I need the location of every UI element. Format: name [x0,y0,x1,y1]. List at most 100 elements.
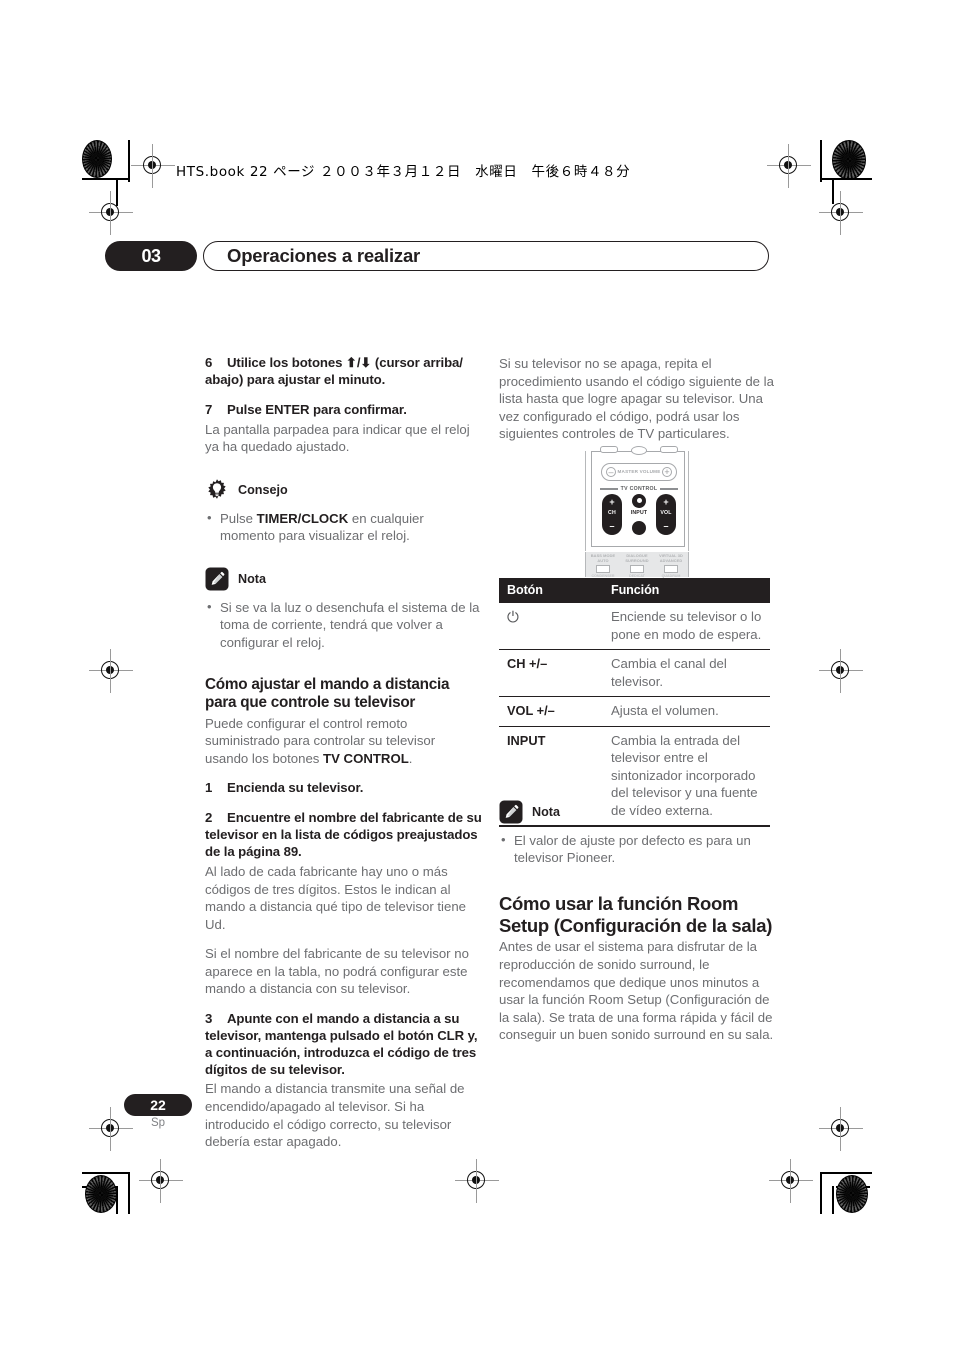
remote-body: – MASTER VOLUME + TV CONTROL + CH – INPU… [585,446,689,551]
step-7: 7 Pulse ENTER para confirmar. [205,402,482,419]
remote-input-key: INPUT [628,494,650,535]
step-2-body: Al lado de cada fabricante hay uno o más… [205,864,466,932]
note-callout-left: Nota [205,567,482,591]
tv-intro-post: . [408,750,413,766]
input-label: INPUT [630,510,648,516]
table-row: VOL +/– Ajusta el volumen. [499,696,770,727]
foot-key-2-top: DIALOGUE SURROUND [625,553,649,563]
step-6: 6 Utilice los botones ⬆/⬇ (cursor arriba/… [205,355,482,389]
page-title: Operaciones a realizar [227,245,421,266]
step-2-number: 2 [205,810,213,826]
master-volume-plus: + [662,467,672,477]
table-cell-function-ch: Cambia el canal del televisor. [603,649,770,698]
table-cell-button-input: INPUT [499,726,603,828]
step-3-text: Apunte con el mando a distancia a su tel… [205,1010,478,1077]
master-volume-label: MASTER VOLUME [617,469,661,475]
remote-top-key-row [600,446,678,456]
note-label-left: Nota [238,571,266,586]
table-row: INPUT Cambia la entrada del televisor en… [499,726,770,828]
crop-mark-bottom-right-vertical2 [832,1186,834,1214]
table-cell-button-power: ⏻ [499,603,603,651]
registration-target-bottom-center [455,1159,499,1203]
registration-target-right-middle [819,649,863,693]
tv-control-divider: TV CONTROL [600,486,678,492]
remote-foot-key-1: BASS MODE AUTO CONDENSER [590,553,617,578]
table-row: ⏻ Enciende su televisor o lo pone en mod… [499,603,770,651]
lightbulb-icon [205,478,229,502]
table-header-row: Botón Función [499,578,770,603]
heading-tv-setup: Cómo ajustar el mando a distancia para q… [205,675,450,712]
page-language-code: Sp [150,1117,166,1129]
table-cell-function-power: Enciende su televisor o lo pone en modo … [603,603,770,651]
crop-mark-bottom-right-horizontal [822,1172,872,1174]
tv-intro-bold: TV CONTROL [323,750,409,766]
table-cell-button-vol: VOL +/– [499,696,603,727]
tip-callout: Consejo [205,478,482,502]
ch-minus: – [609,521,615,531]
page-number-badge: 22 [124,1094,192,1116]
step-2: 2 Encuentre el nombre del fabricante de s… [205,810,482,861]
chapter-number: 03 [105,241,197,271]
registration-target-bottom-right [769,1159,813,1203]
step-6-number: 6 [205,355,213,370]
ch-plus: + [609,497,615,507]
step-7-text: Pulse ENTER para confirmar. [227,401,407,417]
tip-bullet: Pulse TIMER/CLOCK en cualquier momento p… [205,509,482,545]
heading-room-setup: Cómo usar la función Room Setup (Configu… [499,892,773,936]
registration-target-top-right [767,144,811,188]
registration-target-right-lower [819,1107,863,1151]
master-volume-rocker: – MASTER VOLUME + [601,463,677,481]
tv-control-rule-right [660,488,678,490]
pencil-icon [205,567,229,591]
foot-key-3-top: VIRTUAL 3D ADVANCED [659,553,683,563]
step-1-text: Encienda su televisor. [227,780,364,796]
tv-control-label: TV CONTROL [620,486,658,492]
step-6-text: Utilice los botones ⬆/⬇ (cursor arriba/ … [205,355,463,387]
step-1: 1 Encienda su televisor. [205,780,482,797]
remote-key-topcenter [631,446,647,455]
remote-vol-rocker: + VOL – [656,494,676,535]
table-cell-function-vol: Ajusta el volumen. [603,696,770,727]
registration-target-left-upper [89,191,133,235]
crop-mark-bottom-right-vertical [820,1172,822,1214]
ch-label: CH [608,510,616,516]
tip-bullet-bold: TIMER/CLOCK [256,510,349,526]
power-icon: ⏻ [507,609,519,626]
remote-lower-keys: BASS MODE AUTO CONDENSER DIALOGUE SURROU… [585,552,689,578]
vol-plus: + [663,497,669,507]
input-button-top [632,494,646,508]
vol-minus: – [663,521,669,531]
remote-key-topright [660,446,678,453]
input-button-bottom [632,521,646,535]
table-row: CH +/– Cambia el canal del televisor. [499,649,770,698]
registration-target-bottom-left [139,1159,183,1203]
step-3: 3 Apunte con el mando a distancia a su te… [205,1011,482,1079]
step-3-number: 3 [205,1010,213,1026]
left-column: 6 Utilice los botones ⬆/⬇ (cursor arriba/… [205,355,482,1151]
crop-mark-top-left-vertical [128,140,130,182]
crop-mark-top-right-horizontal [822,178,872,180]
step-3-body: El mando a distancia transmite una señal… [205,1081,465,1150]
table-header-funcion: Función [603,578,770,603]
note-bullet-right: El valor de ajuste por defecto es para u… [499,831,776,867]
registration-rosette-bottom-left [85,1175,117,1213]
tv-control-keys: + CH – INPUT + VOL – [602,494,676,538]
tip-label: Consejo [238,482,288,497]
right-intro: Si su televisor no se apaga, repita el p… [499,356,774,442]
tv-control-rule-left [600,488,618,490]
registration-target-left-lower [89,1107,133,1151]
foot-key-1-top: BASS MODE AUTO [590,553,616,563]
step-7-body: La pantalla parpadea para indicar que el… [205,421,470,455]
registration-target-top-left [131,144,175,188]
remote-ch-rocker: + CH – [602,494,622,535]
table-cell-function-input: Cambia la entrada del televisor entre el… [603,726,770,828]
remote-foot-key-3: VIRTUAL 3D ADVANCED QUADRUM [658,553,685,578]
registration-target-right-upper [819,191,863,235]
crop-mark-top-left-horizontal [82,178,130,180]
vol-label: VOL [660,510,672,516]
running-header: HTS.book 22 ページ ２００３年３月１２日 水曜日 午後６時４８分 [176,164,631,180]
foot-key-3-square [664,564,678,573]
step-2-body-2: Si el nombre del fabricante de su televi… [205,946,469,997]
table-cell-button-ch: CH +/– [499,649,603,698]
crop-mark-top-right-vertical [820,140,822,182]
